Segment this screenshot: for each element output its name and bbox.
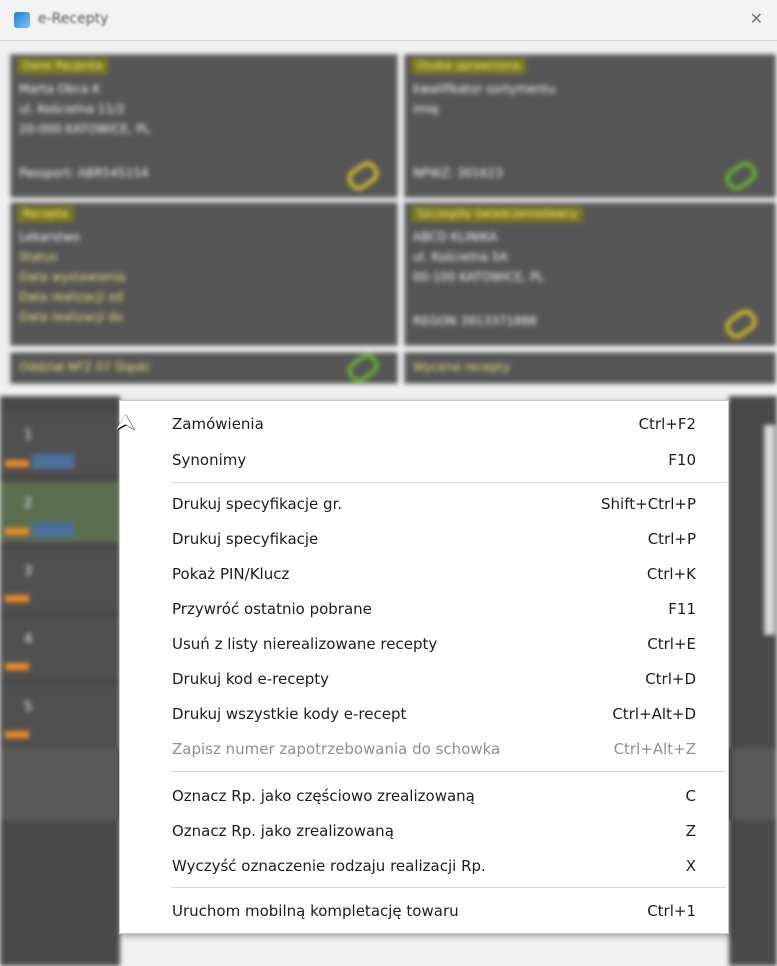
link-icon[interactable]: [343, 349, 383, 387]
panel-line: kwalifikator sortymentu: [413, 82, 556, 96]
panel-header: Osoba uprawniona: [411, 58, 527, 74]
panel-line: Data realizacji do: [19, 310, 124, 324]
menu-item-label: Drukuj specyfikacje: [172, 530, 319, 548]
panel-line: Passport: ABR545154: [19, 166, 149, 180]
panel-line: ABCD KLINIKA: [413, 230, 498, 244]
status-marker: [5, 663, 29, 670]
menu-item-shortcut: Ctrl+P: [647, 530, 696, 548]
row-number: 5: [24, 700, 33, 715]
panel-line: ul. Kościelna 5A: [413, 250, 508, 264]
pricing-panel: Wycena recepty: [404, 352, 776, 384]
app-icon: [14, 12, 30, 28]
items-list-left: 1 2 3 4 5: [0, 396, 120, 966]
panel-line: imię: [413, 102, 439, 116]
menu-item-remove-unrealized[interactable]: Usuń z listy nierealizowane recepty Ctrl…: [120, 627, 728, 661]
close-icon[interactable]: ✕: [750, 9, 763, 28]
panel-line: 00-100 KATOWICE, PL: [413, 270, 544, 284]
panel-header: Dane Pacjenta: [17, 58, 109, 74]
menu-item-print-all-codes[interactable]: Drukuj wszystkie kody e-recept Ctrl+Alt+…: [120, 697, 728, 731]
row-number: 1: [24, 428, 33, 443]
panel-line: Data wystawienia: [19, 270, 126, 284]
menu-item-label: Oznacz Rp. jako częściowo zrealizowaną: [172, 787, 475, 805]
menu-item-label: Usuń z listy nierealizowane recepty: [172, 635, 438, 653]
row-number: 2: [24, 496, 33, 511]
status-chip: [32, 522, 74, 537]
menu-item-shortcut: C: [685, 787, 696, 805]
menu-item-orders[interactable]: Zamówienia Ctrl+F2: [120, 407, 728, 441]
menu-item-clear-mark[interactable]: Wyczyść oznaczenie rodzaju realizacji Rp…: [120, 849, 728, 883]
menu-item-shortcut: F10: [668, 451, 696, 469]
context-menu: Zamówienia Ctrl+F2 Synonimy F10 Drukuj s…: [119, 400, 729, 934]
authorized-person-panel: Osoba uprawniona kwalifikator sortymentu…: [404, 54, 776, 198]
menu-item-label: Zapisz numer zapotrzebowania do schowka: [172, 740, 501, 758]
menu-item-save-request-number: Zapisz numer zapotrzebowania do schowka …: [120, 732, 728, 766]
menu-item-shortcut: Ctrl+Alt+D: [612, 705, 696, 723]
status-marker: [5, 528, 29, 535]
menu-separator: [171, 482, 726, 483]
status-chip: [32, 454, 74, 469]
mouse-pointer-icon: ⮝: [116, 410, 135, 435]
menu-item-label: Przywróć ostatnio pobrane: [172, 600, 372, 618]
panel-line: 20-000 KATOWICE, PL: [19, 122, 150, 136]
link-icon[interactable]: [721, 157, 761, 195]
row-number: 3: [24, 564, 33, 579]
menu-item-synonyms[interactable]: Synonimy F10: [120, 443, 728, 477]
status-marker: [5, 731, 29, 738]
menu-item-label: Synonimy: [172, 451, 247, 469]
menu-item-shortcut: Ctrl+E: [647, 635, 696, 653]
menu-item-show-pin[interactable]: Pokaż PIN/Klucz Ctrl+K: [120, 557, 728, 591]
panel-header: Recepta: [17, 206, 74, 222]
menu-item-label: Zamówienia: [172, 415, 264, 433]
menu-item-mobile-picking[interactable]: Uruchom mobilną kompletację towaru Ctrl+…: [120, 894, 728, 928]
menu-item-print-spec[interactable]: Drukuj specyfikacje Ctrl+P: [120, 522, 728, 556]
link-icon[interactable]: [721, 305, 761, 343]
vertical-scrollbar[interactable]: [764, 425, 775, 635]
menu-item-mark-partial[interactable]: Oznacz Rp. jako częściowo zrealizowaną C: [120, 779, 728, 813]
panel-line: Lekarstwo: [19, 230, 80, 244]
status-marker: [5, 595, 29, 602]
menu-item-label: Drukuj specyfikacje gr.: [172, 495, 343, 513]
pricing-line: Wycena recepty: [413, 360, 510, 374]
panel-line: Marta Obca K: [19, 82, 101, 96]
menu-item-label: Drukuj wszystkie kody e-recept: [172, 705, 407, 723]
menu-item-mark-realized[interactable]: Oznacz Rp. jako zrealizowaną Z: [120, 814, 728, 848]
menu-separator: [171, 771, 726, 772]
menu-item-shortcut: Shift+Ctrl+P: [601, 495, 696, 513]
panel-line: ul. Kościelna 11/2: [19, 102, 125, 116]
menu-item-shortcut: Ctrl+F2: [638, 415, 696, 433]
menu-item-label: Drukuj kod e-recepty: [172, 670, 329, 688]
row-number: 4: [24, 632, 33, 647]
menu-item-print-spec-group[interactable]: Drukuj specyfikacje gr. Shift+Ctrl+P: [120, 487, 728, 521]
panel-line: Data realizacji od: [19, 290, 124, 304]
menu-item-restore-last[interactable]: Przywróć ostatnio pobrane F11: [120, 592, 728, 626]
menu-item-shortcut: X: [685, 857, 696, 875]
link-icon[interactable]: [343, 157, 383, 195]
panel-line: NPWZ: 301623: [413, 166, 503, 180]
provider-panel: Szczegóły świadczeniodawcy ABCD KLINIKA …: [404, 202, 776, 346]
panel-header: Szczegóły świadczeniodawcy: [411, 206, 584, 222]
menu-item-shortcut: Ctrl+Alt+Z: [613, 740, 696, 758]
menu-item-label: Uruchom mobilną kompletację towaru: [172, 902, 459, 920]
menu-item-print-code[interactable]: Drukuj kod e-recepty Ctrl+D: [120, 662, 728, 696]
menu-item-shortcut: Ctrl+D: [645, 670, 696, 688]
title-bar: e-Recepty ✕: [0, 0, 777, 41]
menu-item-shortcut: Ctrl+1: [647, 902, 696, 920]
nfz-line: Oddział NFZ 07 Śląski: [19, 360, 150, 374]
menu-item-shortcut: Ctrl+K: [646, 565, 696, 583]
menu-item-label: Oznacz Rp. jako zrealizowaną: [172, 822, 394, 840]
menu-item-shortcut: Z: [685, 822, 696, 840]
menu-item-label: Wyczyść oznaczenie rodzaju realizacji Rp…: [172, 857, 486, 875]
status-marker: [5, 460, 29, 467]
patient-panel: Dane Pacjenta Marta Obca K ul. Kościelna…: [10, 54, 398, 198]
window-title: e-Recepty: [38, 11, 109, 27]
e-recepty-window: e-Recepty ✕ Dane Pacjenta Marta Obca K u…: [0, 0, 777, 966]
prescription-panel: Recepta Lekarstwo Status Data wystawieni…: [10, 202, 398, 346]
panel-line: Status: [19, 250, 58, 264]
menu-item-shortcut: F11: [668, 600, 696, 618]
menu-item-label: Pokaż PIN/Klucz: [172, 565, 290, 583]
panel-line: REGON 3913371888: [413, 314, 537, 328]
nfz-panel: Oddział NFZ 07 Śląski: [10, 349, 398, 387]
menu-separator: [171, 887, 726, 888]
